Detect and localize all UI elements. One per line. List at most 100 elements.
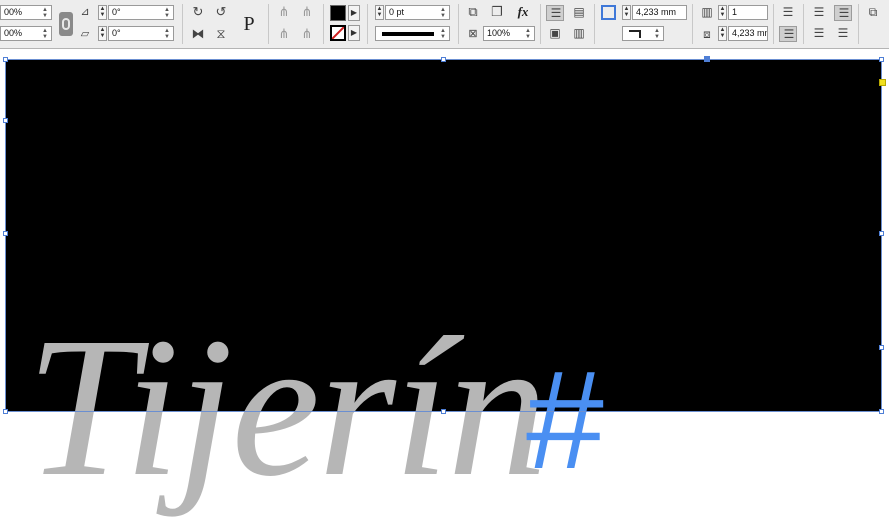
rotation-angle-field[interactable]: 0° ▲ ▼ [108, 5, 174, 20]
text-frame[interactable]: Tijerín # [6, 60, 881, 508]
separator [182, 4, 183, 44]
resize-handle-bottom-right[interactable] [879, 409, 884, 414]
separator [803, 4, 804, 44]
separator [458, 4, 459, 44]
separator [692, 4, 693, 44]
align-justify-icon: ☰ [783, 27, 795, 41]
corner-options-handle[interactable] [879, 79, 886, 86]
columns-icon: ▥ [701, 5, 713, 19]
shear-angle-icon: ▱ [80, 28, 90, 40]
column-gutter-icon: ⧈ [703, 27, 711, 41]
resize-handle-left[interactable] [3, 231, 8, 236]
corner-shape-dropdown-icon[interactable]: ▲ ▼ [654, 28, 660, 40]
stroke-weight-dropdown-icon[interactable]: ▲ ▼ [440, 7, 446, 19]
corner-shape-icon [629, 30, 641, 38]
align-center-button[interactable]: ☰ [810, 5, 828, 21]
align-top-button[interactable]: ☰ [779, 5, 797, 21]
wrap-bounding-box-icon: ▤ [573, 5, 585, 19]
opacity-dropdown-icon[interactable]: ▲ ▼ [525, 28, 531, 40]
select-next-object-icon[interactable]: ⋔ [298, 26, 316, 42]
rotation-dropdown-icon[interactable]: ▲ ▼ [164, 7, 170, 19]
column-gutter-value: 4,233 mm [732, 28, 767, 38]
scale-x-dropdown-icon[interactable]: ▲ ▼ [42, 7, 48, 19]
corner-shape-select[interactable]: ▲ ▼ [622, 26, 664, 41]
scale-y-dropdown-icon[interactable]: ▲ ▼ [42, 28, 48, 40]
resize-handle-top-left[interactable] [3, 57, 8, 62]
stroke-weight-stepper[interactable]: ▲ ▼ [375, 5, 384, 20]
rotation-stepper[interactable]: ▲ ▼ [98, 5, 107, 20]
stroke-type-dropdown-icon[interactable]: ▲ ▼ [440, 28, 446, 40]
none-slash-icon [332, 27, 344, 39]
drop-shadow-icon[interactable]: ⧉ [464, 4, 482, 20]
align-bottom-icon: ☰ [838, 6, 850, 20]
scale-y-field[interactable]: 00% ▲ ▼ [0, 26, 52, 41]
rotation-angle-value: 0° [112, 7, 121, 17]
resize-handle-bottom-left[interactable] [3, 409, 8, 414]
wrap-object-shape-icon: ▣ [549, 26, 561, 40]
rotate-counterclockwise-icon[interactable]: ↺ [212, 4, 230, 20]
shear-stepper[interactable]: ▲ ▼ [98, 26, 107, 41]
flip-horizontal-icon[interactable]: ⧓ [189, 26, 207, 42]
scale-x-field[interactable]: 00% ▲ ▼ [0, 5, 52, 20]
stroke-type-line-icon [382, 32, 434, 36]
wrap-jump-object-icon: ▥ [573, 26, 585, 40]
scale-y-value: 00% [4, 28, 23, 38]
opacity-field[interactable]: 100% ▲ ▼ [483, 26, 535, 41]
separator [323, 4, 324, 44]
fill-swatch-menu-icon[interactable]: ▶ [348, 5, 360, 21]
text-frame-glyph: P [243, 13, 255, 35]
shear-angle-value: 0° [112, 28, 121, 38]
wrap-jump-object-button[interactable]: ▥ [570, 26, 588, 42]
shear-dropdown-icon[interactable]: ▲ ▼ [164, 28, 170, 40]
align-top-icon: ☰ [782, 5, 794, 19]
frame-text[interactable]: Tijerín [26, 308, 547, 508]
wrap-bounding-box-button[interactable]: ▤ [570, 5, 588, 21]
frame-hash-glyph[interactable]: # [526, 350, 604, 490]
constrain-proportions-button[interactable] [59, 12, 73, 36]
resize-handle-middle-right[interactable] [879, 231, 884, 236]
flip-vertical-icon[interactable]: ⧖ [212, 26, 230, 42]
resize-handle-top-center[interactable] [441, 57, 446, 62]
column-gutter-stepper[interactable]: ▲ ▼ [718, 26, 727, 41]
separator [268, 4, 269, 44]
align-bottom-button[interactable]: ☰ [834, 5, 852, 21]
effects-icon[interactable]: fx [512, 4, 534, 20]
frame-gutter-stepper[interactable]: ▲ ▼ [622, 5, 631, 20]
rotation-angle-icon: ⊿ [80, 6, 90, 18]
stroke-weight-value: 0 pt [389, 7, 405, 17]
select-container-icon[interactable]: ⋔ [275, 4, 293, 20]
select-previous-object-icon[interactable]: ⋔ [275, 26, 293, 42]
effects-label: fx [517, 4, 529, 19]
balance-columns-button[interactable]: ☰ [834, 26, 852, 42]
shadow-icon[interactable]: ❐ [488, 4, 506, 20]
fill-swatch[interactable] [330, 5, 346, 21]
stroke-swatch[interactable] [330, 25, 346, 41]
resize-handle-right[interactable] [879, 345, 884, 350]
wrap-none-icon: ☰ [550, 6, 562, 20]
wrap-object-shape-button[interactable]: ▣ [546, 26, 564, 42]
stroke-weight-field[interactable]: 0 pt ▲ ▼ [385, 5, 450, 20]
align-justify-vertical-button[interactable]: ☰ [810, 26, 828, 42]
column-gutter-field[interactable]: 4,233 mm [728, 26, 768, 41]
auto-fit-frame-icon[interactable]: ⧉ [864, 4, 882, 20]
columns-field[interactable]: 1 [728, 5, 768, 20]
scale-x-value: 00% [4, 7, 23, 17]
resize-handle-bottom-center[interactable] [441, 409, 446, 414]
align-justify-button[interactable]: ☰ [779, 26, 797, 42]
stroke-swatch-menu-icon[interactable]: ▶ [348, 25, 360, 41]
text-frame-inset-icon [601, 5, 616, 20]
text-frame-in-port[interactable] [704, 56, 710, 62]
frame-gutter-field[interactable]: 4,233 mm [632, 5, 687, 20]
resize-handle-top-right[interactable] [879, 57, 884, 62]
control-panel: 00% ▲ ▼ 00% ▲ ▼ ⊿ ▲ ▼ 0° ▲ ▼ ▱ ▲ ▼ 0° ▲ ▼ ↻ ↺ ⧓ ⧖ … [0, 0, 889, 49]
stroke-type-select[interactable]: ▲ ▼ [375, 26, 450, 41]
text-frame-icon[interactable]: P [236, 10, 262, 38]
wrap-none-button[interactable]: ☰ [546, 5, 564, 21]
balance-columns-icon: ☰ [837, 26, 849, 40]
frame-gutter-value: 4,233 mm [636, 7, 677, 17]
shear-angle-field[interactable]: 0° ▲ ▼ [108, 26, 174, 41]
rotate-clockwise-icon[interactable]: ↻ [189, 4, 207, 20]
columns-stepper[interactable]: ▲ ▼ [718, 5, 727, 20]
resize-handle-middle-left[interactable] [3, 118, 8, 123]
select-content-icon[interactable]: ⋔ [298, 4, 316, 20]
